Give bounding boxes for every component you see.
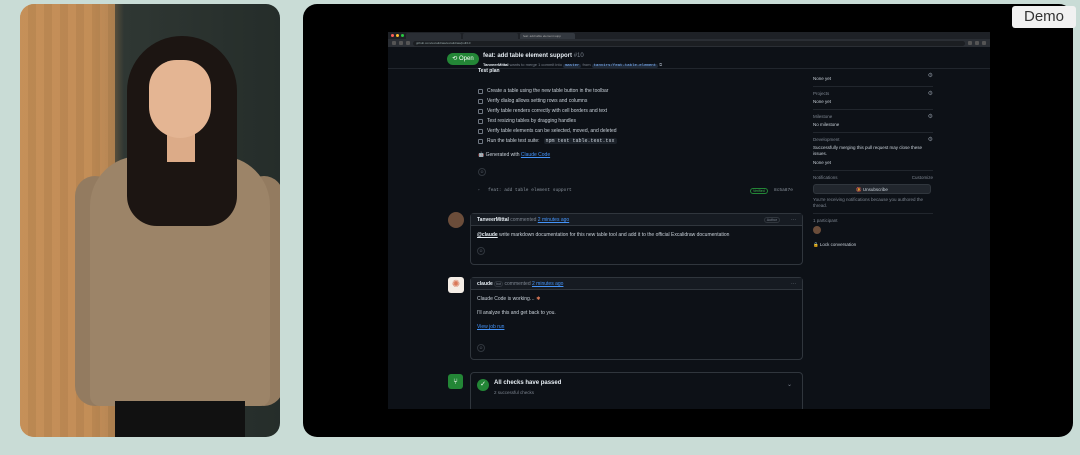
unsubscribe-button[interactable]: 🔕 Unsubscribe [813,184,931,194]
checks-summary: ✓ All checks have passed 2 successful ch… [470,372,803,409]
checkbox[interactable] [478,118,483,124]
spinner-icon: ✱ [536,296,541,302]
presenter [75,36,280,437]
add-reaction-icon[interactable]: ☺ [478,168,486,176]
minimize-window-icon[interactable] [396,34,399,37]
checkbox[interactable] [478,88,483,94]
pr-title: feat: add table element support #10 [483,53,584,59]
sidebar-development: Development ⚙ Successfully merging this … [813,133,933,171]
gear-icon[interactable]: ⚙ [928,136,933,143]
test-plan-heading: Test plan [478,68,500,74]
checkbox[interactable] [478,108,483,114]
avatar[interactable] [448,212,464,228]
gear-icon[interactable]: ⚙ [928,113,933,120]
base-branch[interactable]: master [563,64,582,68]
claude-avatar[interactable]: ✺ [448,277,464,293]
comment-body: @claude write markdown documentation for… [477,232,730,238]
participant-avatar[interactable] [813,226,821,234]
test-checklist: Create a table using the new table butto… [478,86,798,146]
pr-sidebar: ⚙ None yet Projects ⚙ None yet Milestone… [813,69,933,252]
commit-icon: ◦ [478,187,480,192]
commit-row: ◦ feat: add table element support Verifi… [478,186,803,196]
copy-icon[interactable]: ⧉ [659,62,662,67]
browser-tab-active[interactable]: feat: add table element supp [520,32,575,39]
browser-tab[interactable] [406,32,461,39]
url-input[interactable]: github.com/excalidraw/excalidraw/pull/10 [413,40,965,46]
checkbox[interactable] [478,138,483,144]
claude-analyze-text: I'll analyze this and get back to you. [477,310,556,316]
speaker-video [20,4,280,437]
merge-icon: ⑂ [448,374,463,389]
generated-note: 🤖 Generated with Claude Code [478,152,551,158]
commit-sha[interactable]: 8c5a87e [774,188,793,193]
checklist-item: Verify dialog allows setting rows and co… [478,96,798,106]
sidebar-notifications: Notifications Customize 🔕 Unsubscribe Yo… [813,171,933,214]
checklist-item: Run the table test suite: npm test table… [478,136,798,146]
verified-badge[interactable]: Verified [750,188,768,194]
commit-message[interactable]: feat: add table element support [488,188,572,193]
claude-working-text: Claude Code is working… ✱ [477,296,541,302]
more-options-icon[interactable]: ··· [791,278,796,290]
sidebar-milestone: Milestone ⚙ No milestone [813,110,933,133]
reload-icon[interactable] [406,41,410,45]
author-badge: Author [763,217,780,223]
gear-icon[interactable]: ⚙ [928,90,933,97]
checkbox[interactable] [478,98,483,104]
checklist-item: Verify table elements can be selected, m… [478,126,798,136]
pr-state-badge: ⟲ Open [447,53,479,65]
extension-icon[interactable] [975,41,979,45]
close-window-icon[interactable] [391,34,394,37]
lock-conversation[interactable]: 🔒 Lock conversation [813,242,933,248]
comment-claude: claude bot commented 2 minutes ago ··· C… [470,277,803,360]
customize-link[interactable]: Customize [912,175,933,180]
checklist-item: Create a table using the new table butto… [478,86,798,96]
comment-tanveer: TanveerMittal commented 2 minutes ago Au… [470,213,803,265]
checkbox[interactable] [478,128,483,134]
checklist-item: Test resizing tables by dragging handles [478,116,798,126]
maximize-window-icon[interactable] [401,34,404,37]
tab-strip: feat: add table element supp [388,32,990,39]
sidebar-participants: 1 participant 🔒 Lock conversation [813,214,933,252]
browser-window: feat: add table element supp github.com/… [388,32,990,409]
add-reaction-icon[interactable]: ☺ [477,247,485,255]
claude-code-link[interactable]: Claude Code [521,152,550,158]
checklist-item: Verify table renders correctly with cell… [478,106,798,116]
pr-sticky-header: ⟲ Open feat: add table element support #… [388,47,990,69]
head-branch[interactable]: tanvirs/feat-table-element [591,64,659,68]
address-bar: github.com/excalidraw/excalidraw/pull/10 [388,39,990,47]
view-job-run-link[interactable]: View job run [477,324,504,330]
extension-icon[interactable] [968,41,972,45]
sidebar-projects: Projects ⚙ None yet [813,87,933,110]
pr-subtitle: TanveerMittal wants to merge 1 commit in… [483,62,663,68]
more-options-icon[interactable]: ··· [791,214,796,226]
add-reaction-icon[interactable]: ☺ [477,344,485,352]
demo-badge: Demo [1012,6,1076,28]
gear-icon[interactable]: ⚙ [928,72,933,79]
chevron-down-icon[interactable]: ⌄ [787,381,792,388]
back-icon[interactable] [392,41,396,45]
check-icon: ✓ [477,379,489,391]
browser-tab[interactable] [463,32,518,39]
profile-icon[interactable] [982,41,986,45]
forward-icon[interactable] [399,41,403,45]
